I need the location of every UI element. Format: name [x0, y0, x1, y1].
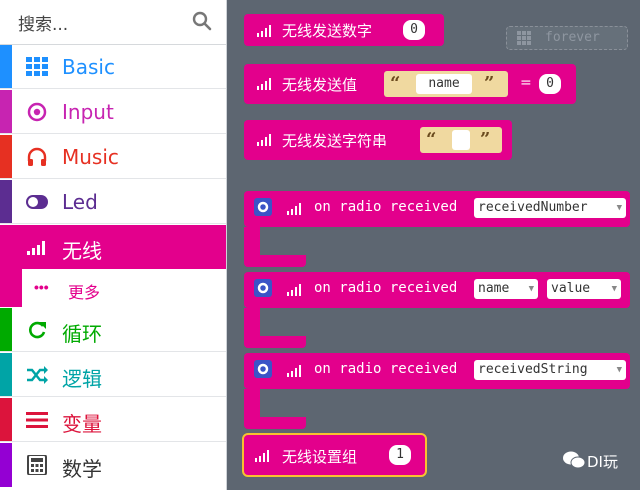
block-label: 无线发送值 — [282, 76, 358, 94]
caret-down-icon: ▼ — [616, 203, 622, 213]
signal-icon — [257, 78, 271, 90]
number-input[interactable]: 0 — [403, 20, 425, 40]
handler-footer — [244, 255, 306, 267]
signal-icon — [257, 134, 271, 146]
block-label: on radio received — [314, 280, 458, 296]
category-stripe — [0, 45, 12, 88]
ghost-block-label: forever — [545, 30, 600, 45]
param-dropdown[interactable]: receivedString ▼ — [474, 360, 626, 380]
search-icon[interactable] — [192, 11, 212, 31]
handler-footer — [244, 336, 306, 348]
category-led[interactable]: Led — [0, 180, 226, 224]
category-stripe — [0, 90, 12, 133]
block-label: on radio received — [314, 199, 458, 215]
category-label: Input — [62, 100, 114, 124]
equals-sign: = — [520, 75, 532, 91]
signal-icon — [287, 203, 301, 215]
param-dropdown[interactable]: receivedNumber ▼ — [474, 198, 626, 218]
target-icon — [27, 102, 47, 122]
category-more[interactable]: ••• 更多 — [0, 267, 226, 307]
dropdown-value: receivedNumber — [478, 200, 588, 215]
grid-icon — [26, 57, 48, 76]
search-box[interactable]: 搜索... — [0, 0, 226, 45]
caret-down-icon: ▼ — [528, 284, 534, 294]
category-label: Basic — [62, 55, 115, 79]
wechat-logo-icon — [563, 451, 585, 469]
category-label: 更多 — [68, 283, 101, 302]
caret-down-icon: ▼ — [611, 284, 617, 294]
close-quote-icon: ” — [480, 129, 491, 150]
radio-send-number-block[interactable]: 无线发送数字 0 — [244, 14, 444, 46]
more-dots-icon: ••• — [34, 279, 49, 295]
signal-icon — [255, 450, 269, 462]
gear-icon[interactable] — [254, 198, 272, 216]
shuffle-icon — [27, 366, 48, 384]
signal-icon — [27, 241, 45, 255]
signal-icon — [287, 284, 301, 296]
open-quote-icon: “ — [426, 129, 437, 150]
calculator-icon — [27, 455, 47, 475]
radio-send-value-block[interactable]: 无线发送值 “ name ” = 0 — [244, 64, 576, 104]
string-input[interactable] — [452, 130, 470, 150]
blocks-workspace[interactable]: forever 无线发送数字 0 无线发送值 “ name ” = 0 无线发送… — [227, 0, 640, 490]
string-input[interactable]: name — [416, 74, 472, 94]
category-loops[interactable]: 循环 — [0, 308, 226, 352]
headphones-icon — [27, 147, 47, 166]
param-dropdown[interactable]: value ▼ — [547, 279, 621, 299]
category-label: 逻辑 — [62, 367, 102, 391]
category-stripe — [0, 443, 12, 487]
ghost-forever-block: forever — [506, 26, 628, 50]
category-math[interactable]: 数学 — [0, 443, 226, 487]
param-dropdown[interactable]: name ▼ — [474, 279, 538, 299]
dropdown-value: receivedString — [478, 362, 588, 377]
category-label: 无线 — [62, 239, 102, 263]
category-label: 数学 — [62, 457, 102, 481]
category-stripe — [0, 267, 22, 307]
watermark-text: DI玩 — [587, 453, 618, 471]
block-label: 无线设置组 — [282, 448, 358, 466]
open-quote-icon: “ — [390, 73, 401, 94]
number-input[interactable]: 0 — [539, 74, 561, 94]
gear-icon[interactable] — [254, 360, 272, 378]
category-label: Led — [62, 190, 98, 214]
close-quote-icon: ” — [484, 73, 495, 94]
refresh-icon — [29, 321, 46, 339]
grid-icon — [517, 31, 531, 45]
number-input[interactable]: 1 — [389, 445, 411, 465]
radio-send-string-block[interactable]: 无线发送字符串 “ ” — [244, 120, 512, 160]
category-label: 循环 — [62, 322, 102, 346]
dropdown-value: name — [478, 281, 510, 296]
search-input[interactable]: 搜索... — [18, 10, 68, 35]
toolbox: 搜索... Basic Input Music Led 无线 ••• 更多 循环 — [0, 0, 227, 490]
gear-icon[interactable] — [254, 279, 272, 297]
dropdown-value: value — [551, 281, 591, 296]
category-label: Music — [62, 145, 119, 169]
block-label: on radio received — [314, 361, 458, 377]
category-music[interactable]: Music — [0, 135, 226, 179]
category-label: 变量 — [62, 412, 102, 436]
category-basic[interactable]: Basic — [0, 45, 226, 89]
handler-footer — [244, 417, 306, 429]
string-literal[interactable]: “ ” — [420, 127, 502, 153]
category-stripe — [0, 180, 12, 223]
string-literal[interactable]: “ name ” — [384, 71, 508, 97]
signal-icon — [287, 365, 301, 377]
signal-icon — [257, 25, 271, 37]
category-radio-selected[interactable]: 无线 — [0, 225, 226, 269]
toggle-icon — [26, 195, 48, 209]
list-icon — [26, 412, 48, 428]
block-label: 无线发送字符串 — [282, 132, 388, 150]
category-stripe — [0, 135, 12, 178]
caret-down-icon: ▼ — [616, 365, 622, 375]
category-stripe — [0, 398, 12, 441]
radio-set-group-block[interactable]: 无线设置组 1 — [242, 433, 427, 477]
category-stripe — [0, 308, 12, 351]
block-label: 无线发送数字 — [282, 22, 373, 40]
category-variables[interactable]: 变量 — [0, 398, 226, 442]
category-input[interactable]: Input — [0, 90, 226, 134]
category-logic[interactable]: 逻辑 — [0, 353, 226, 397]
category-stripe — [0, 353, 12, 396]
